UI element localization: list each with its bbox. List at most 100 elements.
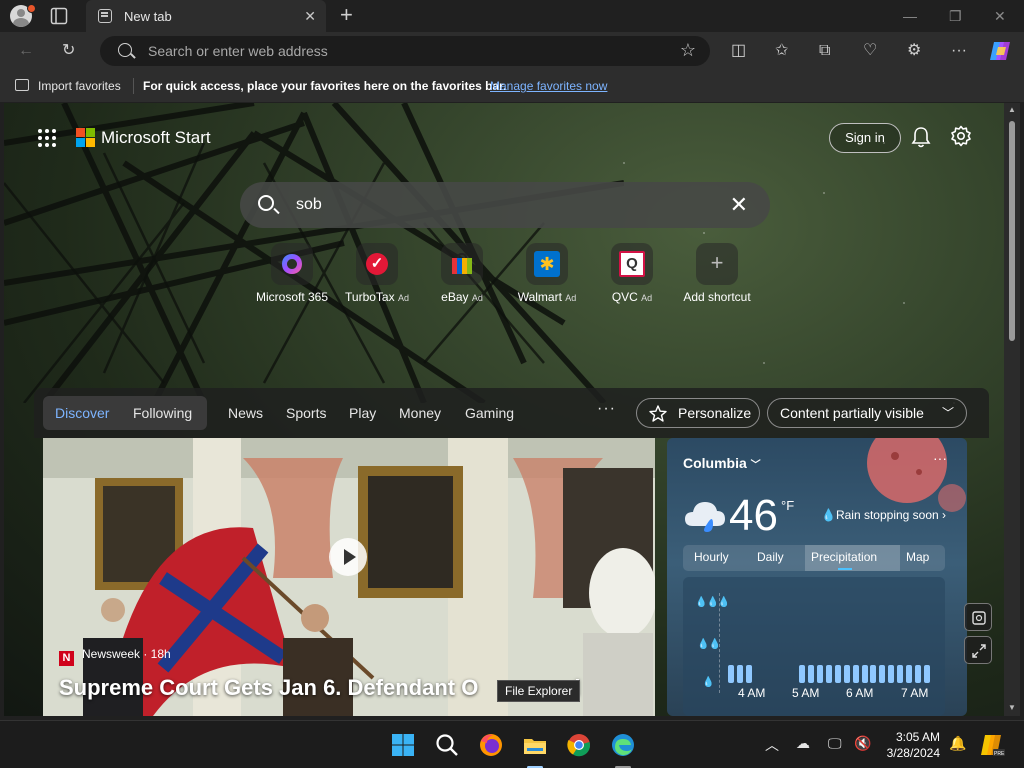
taskbar-tooltip: File Explorer [497, 680, 581, 702]
volume-muted-icon[interactable]: 🔇 [854, 735, 871, 752]
expand-icon[interactable] [964, 636, 992, 664]
search-icon [118, 43, 132, 57]
shortcut-microsoft-365[interactable]: Microsoft 365 [247, 243, 337, 304]
tab-gaming[interactable]: Gaming [465, 405, 514, 421]
scrollbar-thumb[interactable] [1009, 121, 1015, 341]
firefox-icon[interactable] [477, 731, 505, 759]
shortcut-ebay[interactable]: eBay Ad [417, 243, 507, 304]
brand-title[interactable]: Microsoft Start [101, 128, 211, 148]
browser-essentials-icon[interactable]: ♡ [863, 41, 877, 61]
minimize-icon[interactable]: — [903, 8, 917, 24]
hour-label: 4 AM [738, 686, 766, 700]
tab-daily[interactable]: Daily [757, 550, 784, 564]
back-icon[interactable]: ← [18, 41, 34, 61]
tab-precipitation[interactable]: Precipitation [811, 550, 877, 564]
notifications-icon[interactable]: 🔔 [949, 735, 966, 752]
feedback-image-icon[interactable] [964, 603, 992, 631]
sign-in-button[interactable]: Sign in [829, 123, 901, 153]
feed-navigation: Discover Following News Sports Play Mone… [34, 388, 989, 438]
hour-label: 7 AM [901, 686, 929, 700]
close-tab-icon[interactable]: ✕ [304, 8, 316, 25]
collections-icon[interactable]: ⧉ [819, 41, 830, 61]
copilot-icon[interactable] [988, 39, 1014, 63]
microsoft-logo[interactable] [76, 128, 96, 148]
clock[interactable]: 3:05 AM 3/28/2024 [880, 729, 940, 761]
onedrive-offline-icon[interactable]: ☁ [796, 735, 810, 752]
heavy-rain-icon: 💧💧💧 [695, 597, 730, 608]
sparkle-star-icon [649, 405, 667, 422]
play-video-icon[interactable] [329, 538, 367, 576]
tab-map[interactable]: Map [906, 550, 929, 564]
precip-bar [736, 665, 743, 683]
web-search-box[interactable]: sob ✕ [240, 182, 770, 228]
tab-following[interactable]: Following [133, 405, 192, 421]
feed-toggle: Discover Following [43, 396, 207, 430]
ad-badge: Ad [397, 293, 409, 303]
content-visibility-dropdown[interactable]: Content partially visible ﹀ [767, 398, 967, 428]
tab-money[interactable]: Money [399, 405, 441, 421]
file-explorer-icon[interactable] [521, 731, 549, 759]
clear-search-icon[interactable]: ✕ [730, 192, 748, 218]
tab-sports[interactable]: Sports [286, 405, 326, 421]
windows-start-icon[interactable] [389, 731, 417, 759]
page-scrollbar[interactable]: ▲ ▼ [1004, 103, 1020, 716]
new-tab-button[interactable]: + [340, 4, 353, 26]
tab-news[interactable]: News [228, 405, 263, 421]
import-favorites-button[interactable]: Import favorites [38, 79, 121, 93]
precip-bar [906, 665, 912, 683]
weather-description[interactable]: 💧Rain stopping soon › [821, 508, 946, 522]
title-bar: New tab ✕ + — ❐ ✕ [0, 0, 1024, 32]
settings-gear-icon[interactable] [950, 125, 972, 147]
tab-discover[interactable]: Discover [55, 405, 109, 421]
extensions-icon[interactable]: ⚙ [907, 41, 921, 61]
tab-hourly[interactable]: Hourly [694, 550, 729, 564]
shortcut-qvc[interactable]: Q QVC Ad [587, 243, 677, 304]
svg-text:PRE: PRE [994, 751, 1005, 757]
apps-launcher-icon[interactable] [38, 129, 56, 147]
chrome-icon[interactable] [565, 731, 593, 759]
content-visibility-label: Content partially visible [780, 405, 924, 421]
favorites-icon[interactable]: ✩ [775, 41, 788, 61]
shortcut-turbotax[interactable]: ✓ TurboTax Ad [332, 243, 422, 304]
precip-bar [834, 665, 841, 683]
restore-icon[interactable]: ❐ [949, 8, 962, 25]
weather-card[interactable]: Columbia ﹀ ··· 46 °F 💧Rain stopping soon… [667, 438, 967, 716]
more-tabs-button[interactable]: ··· [597, 400, 616, 418]
more-options-icon[interactable]: ··· [933, 450, 947, 466]
shortcut-label: QVC [611, 290, 638, 304]
hour-label: 6 AM [846, 686, 874, 700]
precip-bar [879, 665, 886, 683]
precipitation-chart: 💧💧💧 💧💧 💧 4 AM 5 AM 6 AM 7 AM [683, 577, 945, 716]
hour-label: 5 AM [792, 686, 820, 700]
split-screen-icon[interactable]: ◫ [731, 41, 746, 61]
search-icon[interactable] [433, 731, 461, 759]
network-icon[interactable]: 🖵 [828, 735, 842, 752]
tab-play[interactable]: Play [349, 405, 376, 421]
favorites-hint: For quick access, place your favorites h… [143, 79, 507, 93]
tab-new-tab[interactable]: New tab ✕ [86, 0, 326, 32]
close-window-icon[interactable]: ✕ [994, 8, 1006, 25]
address-bar[interactable]: Search or enter web address ☆ [100, 36, 710, 66]
ad-badge: Ad [641, 293, 653, 303]
notifications-bell-icon[interactable] [911, 126, 931, 148]
edge-icon[interactable] [609, 731, 637, 759]
current-time-line [719, 593, 720, 693]
copilot-preview-icon[interactable]: PRE [980, 732, 1006, 758]
show-hidden-icons-chevron[interactable]: ︿ [765, 735, 779, 755]
search-input[interactable]: sob [296, 196, 322, 214]
profile-avatar[interactable] [10, 4, 36, 27]
chevron-down-icon: ﹀ [750, 460, 761, 471]
shortcut-walmart[interactable]: ✱ Walmart Ad [502, 243, 592, 304]
microsoft-365-icon [271, 243, 313, 285]
refresh-icon[interactable]: ↻ [62, 41, 75, 61]
turbotax-icon: ✓ [356, 243, 398, 285]
tab-actions-icon[interactable] [50, 7, 68, 25]
personalize-button[interactable]: Personalize [636, 398, 760, 428]
add-shortcut-button[interactable]: + Add shortcut [672, 243, 762, 304]
hero-news-card[interactable]: N Newsweek · 18h Supreme Court Gets Jan 6… [43, 438, 655, 716]
manage-favorites-link[interactable]: Manage favorites now [490, 79, 607, 93]
favorite-star-icon[interactable]: ☆ [680, 40, 696, 61]
address-placeholder: Search or enter web address [148, 43, 328, 59]
weather-location[interactable]: Columbia ﹀ [683, 455, 761, 471]
more-options-icon[interactable]: ··· [951, 41, 967, 61]
